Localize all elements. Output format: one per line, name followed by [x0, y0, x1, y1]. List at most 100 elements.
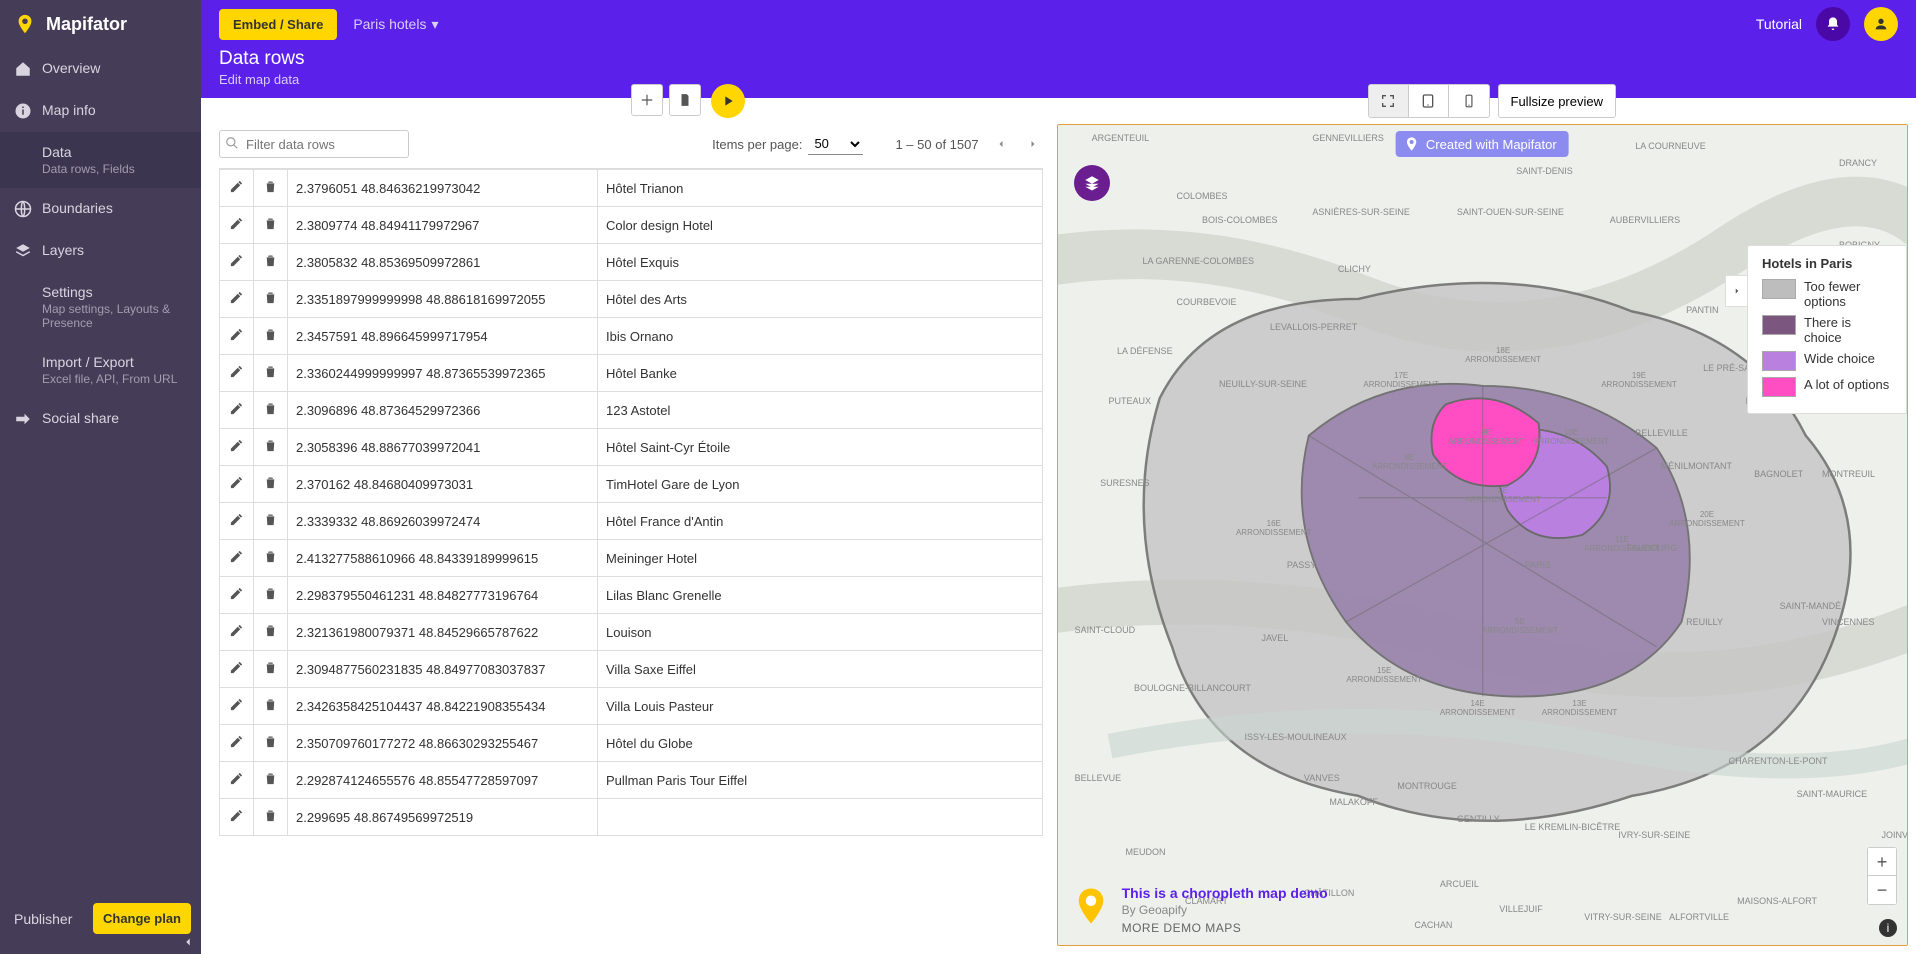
map-name-dropdown[interactable]: Paris hotels ▾: [353, 16, 438, 33]
edit-cell[interactable]: [220, 466, 254, 503]
edit-cell[interactable]: [220, 688, 254, 725]
edit-cell[interactable]: [220, 651, 254, 688]
delete-cell[interactable]: [254, 725, 288, 762]
edit-cell[interactable]: [220, 318, 254, 355]
change-plan-button[interactable]: Change plan: [93, 903, 191, 934]
name-cell[interactable]: Hôtel du Globe: [598, 725, 1043, 762]
device-desktop-button[interactable]: [1369, 85, 1409, 117]
edit-cell[interactable]: [220, 540, 254, 577]
coord-cell[interactable]: 2.3094877560231835 48.84977083037837: [288, 651, 598, 688]
notifications-button[interactable]: [1816, 7, 1850, 41]
name-cell[interactable]: TimHotel Gare de Lyon: [598, 466, 1043, 503]
data-table-wrapper[interactable]: 2.3796051 48.84636219973042Hôtel Trianon…: [219, 168, 1043, 944]
name-cell[interactable]: Pullman Paris Tour Eiffel: [598, 762, 1043, 799]
fullsize-preview-button[interactable]: Fullsize preview: [1498, 84, 1616, 118]
name-cell[interactable]: 123 Astotel: [598, 392, 1043, 429]
edit-cell[interactable]: [220, 799, 254, 836]
coord-cell[interactable]: 2.321361980079371 48.84529665787622: [288, 614, 598, 651]
edit-cell[interactable]: [220, 429, 254, 466]
prev-page-button[interactable]: [991, 130, 1011, 159]
zoom-in-button[interactable]: +: [1868, 848, 1896, 876]
user-menu-button[interactable]: [1864, 7, 1898, 41]
name-cell[interactable]: Louison: [598, 614, 1043, 651]
zoom-out-button[interactable]: −: [1868, 876, 1896, 904]
name-cell[interactable]: Color design Hotel: [598, 207, 1043, 244]
edit-cell[interactable]: [220, 577, 254, 614]
delete-cell[interactable]: [254, 281, 288, 318]
name-cell[interactable]: [598, 799, 1043, 836]
delete-cell[interactable]: [254, 799, 288, 836]
nav-settings[interactable]: SettingsMap settings, Layouts & Presence: [0, 272, 201, 342]
coord-cell[interactable]: 2.413277588610966 48.84339189999615: [288, 540, 598, 577]
delete-cell[interactable]: [254, 466, 288, 503]
nav-boundaries[interactable]: Boundaries: [0, 188, 201, 230]
coord-cell[interactable]: 2.3096896 48.87364529972366: [288, 392, 598, 429]
tutorial-link[interactable]: Tutorial: [1756, 16, 1802, 32]
edit-cell[interactable]: [220, 725, 254, 762]
delete-cell[interactable]: [254, 688, 288, 725]
delete-cell[interactable]: [254, 429, 288, 466]
name-cell[interactable]: Villa Saxe Eiffel: [598, 651, 1043, 688]
coord-cell[interactable]: 2.3796051 48.84636219973042: [288, 170, 598, 207]
coord-cell[interactable]: 2.3351897999999998 48.88618169972055: [288, 281, 598, 318]
name-cell[interactable]: Hôtel Trianon: [598, 170, 1043, 207]
coord-cell[interactable]: 2.3339332 48.86926039972474: [288, 503, 598, 540]
delete-cell[interactable]: [254, 540, 288, 577]
import-file-button[interactable]: [669, 84, 701, 116]
map-panel[interactable]: ARGENTEUILGENNEVILLIERSLA COURNEUVEDRANC…: [1057, 124, 1908, 946]
edit-cell[interactable]: [220, 281, 254, 318]
nav-data[interactable]: DataData rows, Fields: [0, 132, 201, 188]
delete-cell[interactable]: [254, 170, 288, 207]
coord-cell[interactable]: 2.3457591 48.896645999717954: [288, 318, 598, 355]
filter-input[interactable]: [219, 130, 409, 158]
map-layers-button[interactable]: [1074, 165, 1110, 201]
coord-cell[interactable]: 2.3360244999999997 48.87365539972365: [288, 355, 598, 392]
coord-cell[interactable]: 2.299695 48.86749569972519: [288, 799, 598, 836]
name-cell[interactable]: Villa Louis Pasteur: [598, 688, 1043, 725]
delete-cell[interactable]: [254, 503, 288, 540]
coord-cell[interactable]: 2.3809774 48.84941179972967: [288, 207, 598, 244]
name-cell[interactable]: Ibis Ornano: [598, 318, 1043, 355]
name-cell[interactable]: Hôtel Banke: [598, 355, 1043, 392]
coord-cell[interactable]: 2.298379550461231 48.84827773196764: [288, 577, 598, 614]
delete-cell[interactable]: [254, 651, 288, 688]
nav-overview[interactable]: Overview: [0, 48, 201, 90]
delete-cell[interactable]: [254, 577, 288, 614]
app-logo[interactable]: Mapifator: [0, 0, 201, 48]
device-tablet-button[interactable]: [1409, 85, 1449, 117]
name-cell[interactable]: Hôtel des Arts: [598, 281, 1043, 318]
coord-cell[interactable]: 2.3805832 48.85369509972861: [288, 244, 598, 281]
more-demo-maps-link[interactable]: MORE DEMO MAPS: [1122, 921, 1328, 935]
coord-cell[interactable]: 2.350709760177272 48.86630293255467: [288, 725, 598, 762]
nav-map-info[interactable]: Map info: [0, 90, 201, 132]
edit-cell[interactable]: [220, 392, 254, 429]
coord-cell[interactable]: 2.370162 48.84680409973031: [288, 466, 598, 503]
add-row-button[interactable]: [631, 84, 663, 116]
device-mobile-button[interactable]: [1449, 85, 1489, 117]
nav-layers[interactable]: Layers: [0, 230, 201, 272]
coord-cell[interactable]: 2.3426358425104437 48.84221908355434: [288, 688, 598, 725]
items-per-page-select[interactable]: 50: [808, 133, 863, 155]
edit-cell[interactable]: [220, 762, 254, 799]
delete-cell[interactable]: [254, 614, 288, 651]
edit-cell[interactable]: [220, 503, 254, 540]
nav-social-share[interactable]: Social share: [0, 398, 201, 440]
name-cell[interactable]: Hôtel Saint-Cyr Étoile: [598, 429, 1043, 466]
name-cell[interactable]: Meininger Hotel: [598, 540, 1043, 577]
name-cell[interactable]: Hôtel France d'Antin: [598, 503, 1043, 540]
edit-cell[interactable]: [220, 244, 254, 281]
delete-cell[interactable]: [254, 355, 288, 392]
edit-cell[interactable]: [220, 614, 254, 651]
legend-toggle-button[interactable]: [1725, 275, 1747, 307]
delete-cell[interactable]: [254, 318, 288, 355]
run-button[interactable]: [711, 84, 745, 118]
name-cell[interactable]: Hôtel Exquis: [598, 244, 1043, 281]
nav-import-export[interactable]: Import / ExportExcel file, API, From URL: [0, 342, 201, 398]
sidebar-collapse-button[interactable]: [181, 935, 195, 952]
delete-cell[interactable]: [254, 392, 288, 429]
map-info-button[interactable]: i: [1879, 919, 1897, 937]
edit-cell[interactable]: [220, 355, 254, 392]
delete-cell[interactable]: [254, 762, 288, 799]
edit-cell[interactable]: [220, 170, 254, 207]
next-page-button[interactable]: [1023, 130, 1043, 159]
